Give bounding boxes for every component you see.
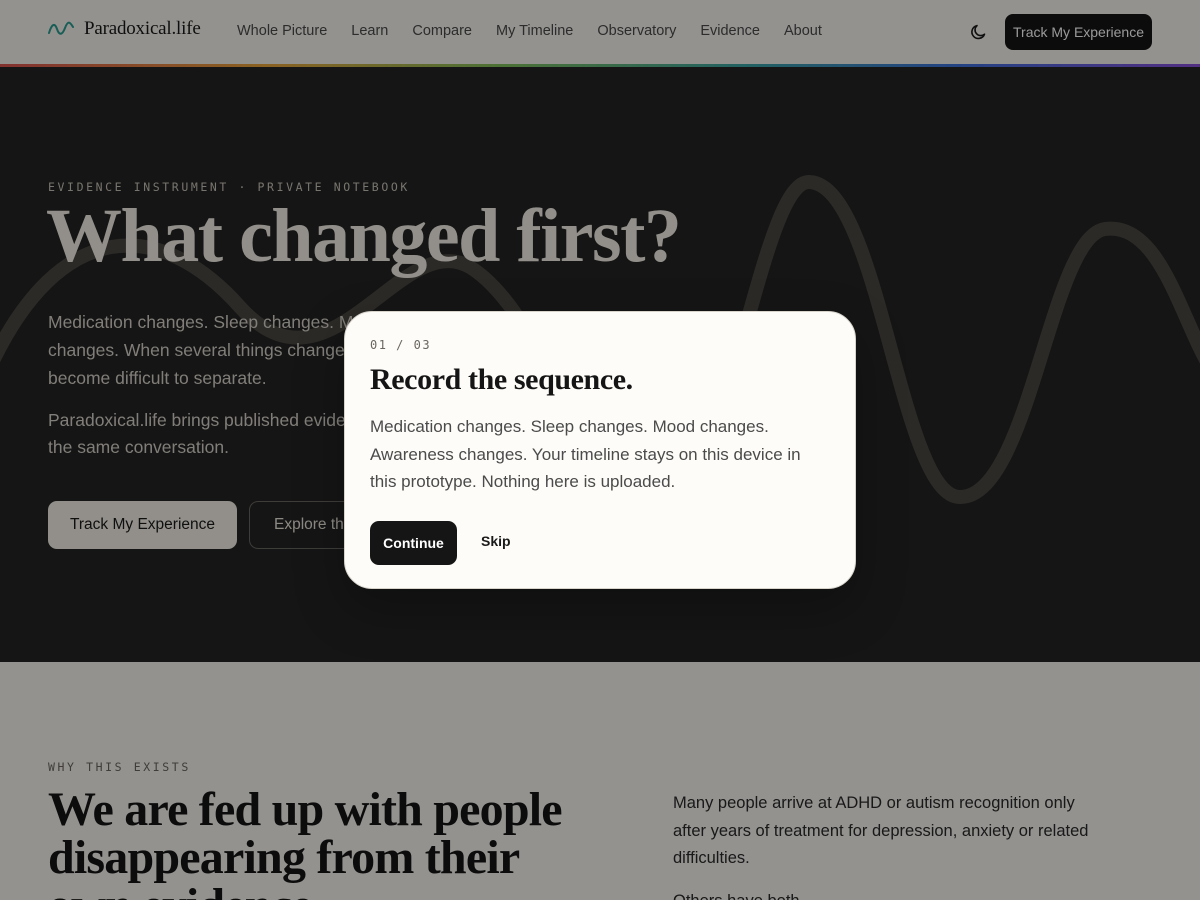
continue-button[interactable]: Continue — [370, 521, 457, 565]
dialog-body: Medication changes. Sleep changes. Mood … — [370, 417, 801, 491]
skip-button[interactable]: Skip — [481, 533, 511, 549]
step-indicator: 01 / 03 — [370, 338, 432, 352]
onboarding-dialog: 01 / 03 Record the sequence. Medication … — [344, 311, 856, 589]
dialog-title: Record the sequence. — [370, 363, 633, 396]
